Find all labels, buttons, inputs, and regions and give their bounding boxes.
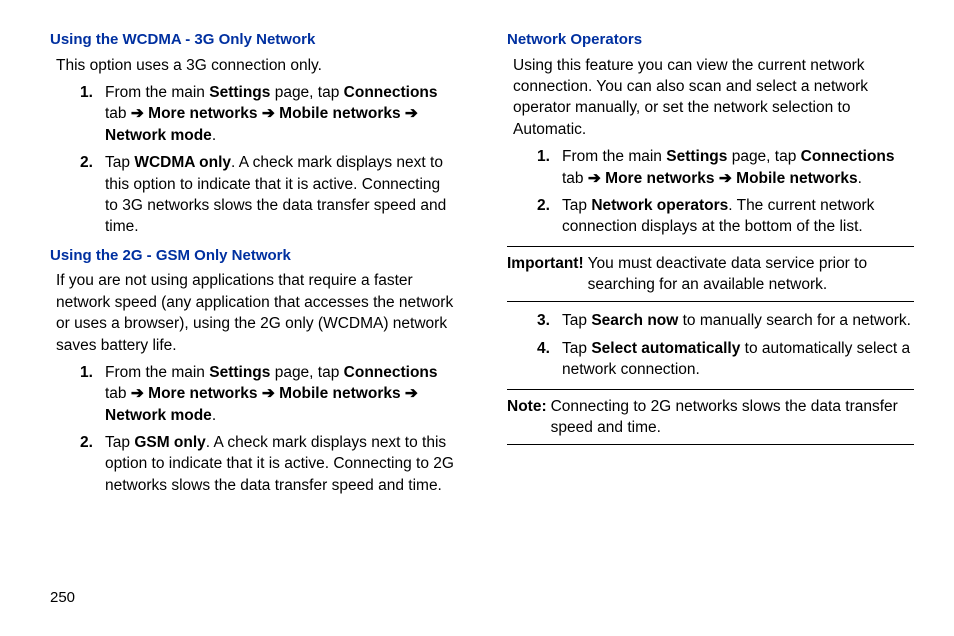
t: From the main — [562, 148, 666, 165]
t: Tap — [105, 154, 134, 171]
step: From the main Settings page, tap Connect… — [507, 146, 914, 189]
t: Select automatically — [591, 340, 740, 357]
note-block: Note: Connecting to 2G networks slows th… — [507, 389, 914, 446]
t: . — [212, 407, 216, 424]
t: From the main — [105, 84, 209, 101]
step: Tap GSM only. A check mark displays next… — [50, 432, 457, 496]
t: tab — [562, 170, 588, 187]
t: . — [212, 127, 216, 144]
t: Connections — [344, 84, 438, 101]
arrow-icon: ➔ — [258, 385, 280, 402]
t: page, tap — [270, 84, 343, 101]
t: . — [858, 170, 862, 187]
t: Network mode — [105, 127, 212, 144]
t: Mobile networks — [279, 385, 400, 402]
heading-netop: Network Operators — [507, 30, 914, 51]
t: More networks — [605, 170, 714, 187]
t: Settings — [209, 84, 270, 101]
t: Network mode — [105, 407, 212, 424]
steps-wcdma: From the main Settings page, tap Connect… — [50, 82, 457, 238]
t: Mobile networks — [279, 105, 400, 122]
t: to manually search for a network. — [678, 312, 911, 329]
t: Settings — [666, 148, 727, 165]
t: tab — [105, 385, 131, 402]
note-label: Note: — [507, 396, 547, 439]
left-column: Using the WCDMA - 3G Only Network This o… — [50, 30, 482, 504]
arrow-icon: ➔ — [401, 105, 418, 122]
t: GSM only — [134, 434, 205, 451]
t: Tap — [562, 197, 591, 214]
steps-netop-1: From the main Settings page, tap Connect… — [507, 146, 914, 238]
steps-gsm: From the main Settings page, tap Connect… — [50, 362, 457, 496]
step: From the main Settings page, tap Connect… — [50, 82, 457, 146]
t: From the main — [105, 364, 209, 381]
arrow-icon: ➔ — [401, 385, 418, 402]
t: page, tap — [727, 148, 800, 165]
t: Network operators — [591, 197, 728, 214]
t: More networks — [148, 105, 257, 122]
t: tab — [105, 105, 131, 122]
t: Connections — [801, 148, 895, 165]
arrow-icon: ➔ — [258, 105, 280, 122]
t: Settings — [209, 364, 270, 381]
important-text: You must deactivate data service prior t… — [588, 253, 914, 296]
arrow-icon: ➔ — [588, 170, 605, 187]
intro-netop: Using this feature you can view the curr… — [513, 55, 914, 141]
t: page, tap — [270, 364, 343, 381]
arrow-icon: ➔ — [131, 385, 148, 402]
right-column: Network Operators Using this feature you… — [482, 30, 914, 504]
arrow-icon: ➔ — [131, 105, 148, 122]
step: Tap Network operators. The current netwo… — [507, 195, 914, 238]
steps-netop-2: Tap Search now to manually search for a … — [507, 310, 914, 380]
step: Tap Select automatically to automaticall… — [507, 338, 914, 381]
t: Connections — [344, 364, 438, 381]
t: Search now — [591, 312, 678, 329]
heading-gsm: Using the 2G - GSM Only Network — [50, 246, 457, 267]
intro-wcdma: This option uses a 3G connection only. — [56, 55, 457, 76]
t: Tap — [562, 340, 591, 357]
important-label: Important! — [507, 253, 584, 296]
t: Tap — [105, 434, 134, 451]
t: Mobile networks — [736, 170, 857, 187]
t: WCDMA only — [134, 154, 231, 171]
arrow-icon: ➔ — [715, 170, 737, 187]
step: From the main Settings page, tap Connect… — [50, 362, 457, 426]
t: Tap — [562, 312, 591, 329]
intro-gsm: If you are not using applications that r… — [56, 270, 457, 356]
note-text: Connecting to 2G networks slows the data… — [551, 396, 914, 439]
step: Tap WCDMA only. A check mark displays ne… — [50, 152, 457, 238]
page-columns: Using the WCDMA - 3G Only Network This o… — [0, 0, 954, 504]
page-number: 250 — [50, 589, 75, 606]
t: More networks — [148, 385, 257, 402]
important-block: Important! You must deactivate data serv… — [507, 246, 914, 303]
heading-wcdma: Using the WCDMA - 3G Only Network — [50, 30, 457, 51]
step: Tap Search now to manually search for a … — [507, 310, 914, 331]
